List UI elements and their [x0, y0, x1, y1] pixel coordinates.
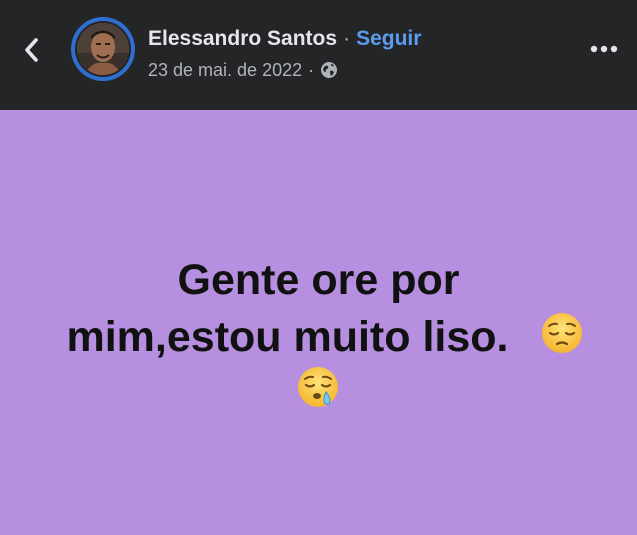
- sleepy-face-emoji: [296, 365, 340, 409]
- pensive-face-emoji: [540, 311, 584, 355]
- chevron-left-icon: [25, 38, 38, 62]
- more-options-button[interactable]: [584, 34, 624, 64]
- author-name[interactable]: Elessandro Santos: [148, 26, 337, 52]
- post-text-line-1: Gente ore por: [177, 256, 460, 304]
- avatar: [77, 23, 129, 75]
- follow-button[interactable]: Seguir: [356, 26, 421, 52]
- post-header: Elessandro Santos · Seguir 23 de mai. de…: [0, 0, 637, 110]
- post-page: Elessandro Santos · Seguir 23 de mai. de…: [0, 0, 637, 535]
- more-options-icon: [590, 45, 618, 53]
- name-separator: ·: [343, 27, 351, 50]
- avatar-ring[interactable]: [71, 17, 135, 81]
- post-date[interactable]: 23 de mai. de 2022: [148, 60, 302, 81]
- post-text: Gente ore por mim,estou muito liso.: [30, 252, 607, 366]
- post-text-line-2: mim,estou muito liso.: [30, 309, 607, 366]
- globe-icon: [320, 61, 338, 79]
- post-text-line-2-text: mim,estou muito liso.: [66, 313, 509, 361]
- date-separator: ·: [308, 59, 315, 80]
- back-button[interactable]: [14, 32, 50, 68]
- post-content[interactable]: Gente ore por mim,estou muito liso.: [0, 110, 637, 535]
- post-meta: 23 de mai. de 2022 ·: [148, 58, 338, 82]
- author-row: Elessandro Santos · Seguir: [148, 26, 421, 52]
